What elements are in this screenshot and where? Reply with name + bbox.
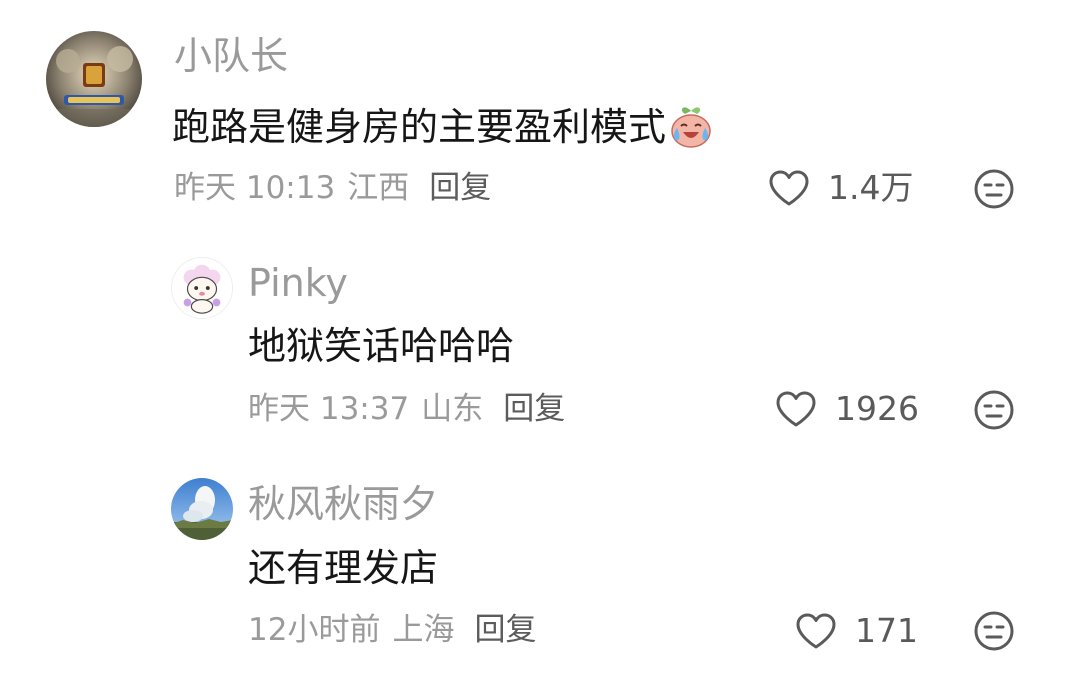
comment-text-content: 地狱笑话哈哈哈 (248, 324, 515, 368)
comment-text: 跑路是健身房的主要盈利模式 (172, 104, 714, 150)
heart-icon (776, 391, 816, 427)
reply-comment-item: 秋风秋雨夕 还有理发店 12小时前 上海 回复 171 (0, 450, 1080, 685)
game-badge-avatar-icon (46, 31, 142, 127)
like-button[interactable]: 1.4万 (768, 169, 913, 207)
timestamp: 昨天 13:37 (248, 391, 410, 427)
comment-meta: 12小时前 上海 回复 (248, 612, 548, 648)
like-button[interactable]: 1926 (775, 390, 919, 428)
like-button[interactable]: 171 (795, 612, 918, 650)
username[interactable]: 秋风秋雨夕 (248, 484, 438, 524)
comment-text-content: 还有理发店 (248, 546, 439, 590)
location: 山东 (421, 391, 484, 427)
avatar[interactable] (171, 257, 233, 319)
timestamp: 12小时前 (248, 612, 381, 648)
username[interactable]: 小队长 (174, 36, 288, 76)
heart-icon (796, 613, 836, 649)
timestamp: 昨天 10:13 (174, 170, 336, 206)
heart-icon (769, 170, 809, 206)
reply-button[interactable]: 回复 (474, 612, 536, 648)
comment-item: 小队长 跑路是健身房的主要盈利模式 昨天 10:13 江西 回复 1.4万 (0, 0, 1080, 230)
landscape-photo-avatar-icon (171, 478, 233, 540)
comment-text-content: 跑路是健身房的主要盈利模式 (172, 105, 667, 149)
location: 上海 (392, 612, 455, 648)
comment-text: 地狱笑话哈哈哈 (248, 324, 514, 368)
crying-laughing-peach-icon (671, 107, 711, 148)
comment-text: 还有理发店 (248, 546, 438, 590)
comment-meta: 昨天 13:37 山东 回复 (248, 391, 577, 427)
like-count: 1926 (835, 389, 919, 428)
comment-meta: 昨天 10:13 江西 回复 (174, 170, 503, 206)
dislike-face-icon[interactable] (973, 389, 1015, 431)
reply-button[interactable]: 回复 (503, 391, 565, 427)
reply-comment-item: Pinky 地狱笑话哈哈哈 昨天 13:37 山东 回复 1926 (0, 230, 1080, 450)
dislike-face-icon[interactable] (973, 168, 1015, 210)
dislike-face-icon[interactable] (973, 610, 1015, 652)
sheep-character-avatar-icon (172, 258, 232, 318)
avatar[interactable] (46, 31, 142, 127)
avatar[interactable] (171, 478, 233, 540)
username[interactable]: Pinky (248, 263, 348, 303)
like-count: 171 (855, 611, 918, 650)
reply-button[interactable]: 回复 (429, 170, 491, 206)
location: 江西 (347, 170, 410, 206)
like-count: 1.4万 (828, 168, 914, 207)
